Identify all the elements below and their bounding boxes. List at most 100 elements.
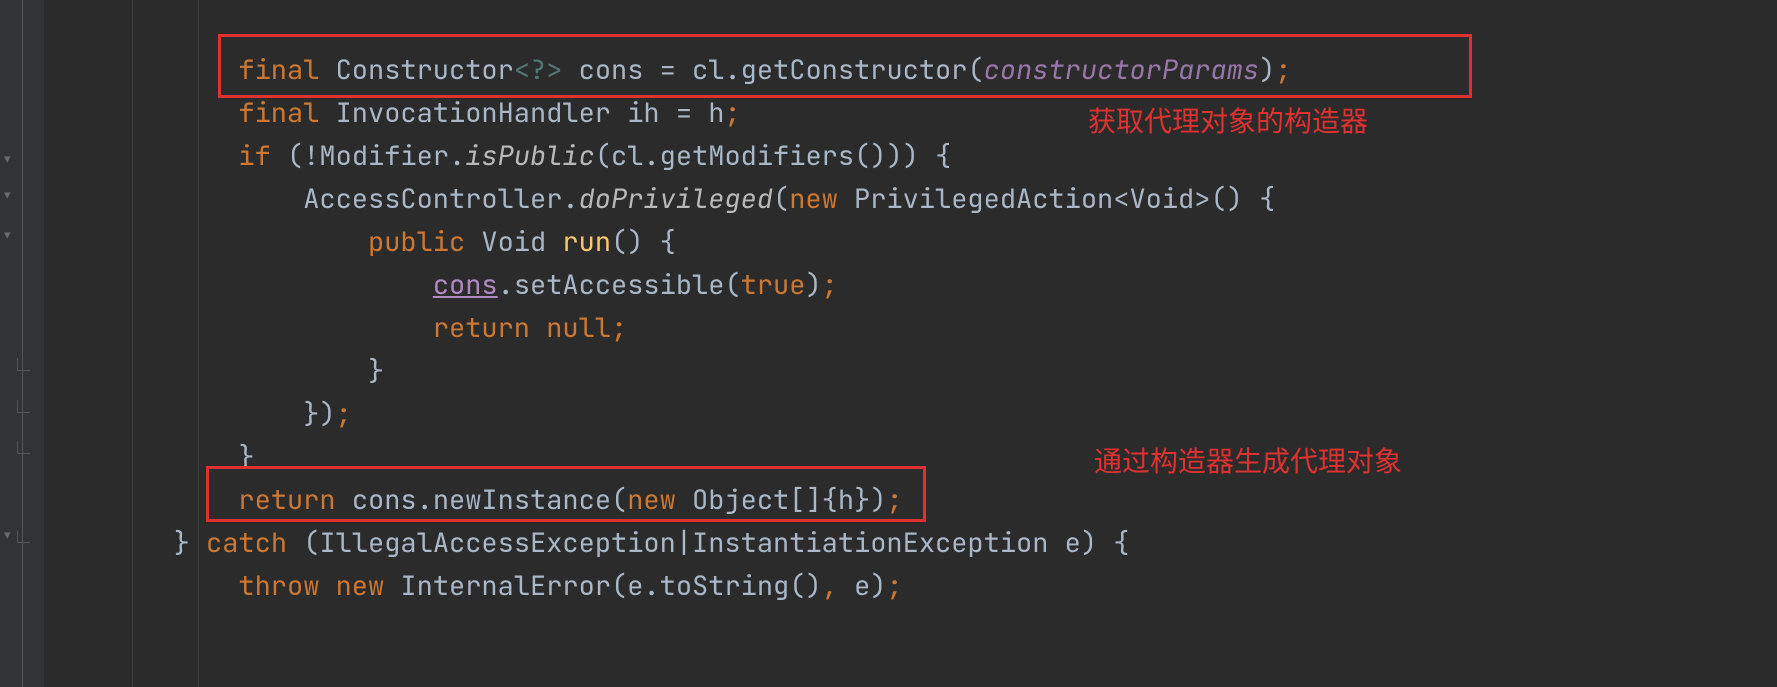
class-ref: AccessController <box>303 181 562 217</box>
paren: ) <box>870 568 886 604</box>
paren: ( <box>287 138 303 174</box>
fold-icon[interactable]: ▾ <box>4 228 11 241</box>
paren: ( <box>724 267 740 303</box>
semicolon: ; <box>336 396 352 432</box>
paren: ( <box>595 138 611 174</box>
brace: } <box>303 396 319 432</box>
paren: () <box>789 568 821 604</box>
code-line[interactable]: public Void run() { <box>44 221 1777 264</box>
semicolon: ; <box>886 482 902 518</box>
semicolon: ; <box>886 568 902 604</box>
type: PrivilegedAction <box>854 181 1113 217</box>
keyword-if: if <box>238 138 270 174</box>
keyword-new: new <box>627 482 676 518</box>
semicolon: ; <box>1275 52 1291 88</box>
method-call: newInstance <box>433 482 611 518</box>
code-area[interactable]: final Constructor<?> cons = cl.getConstr… <box>44 0 1777 687</box>
variable: e <box>627 568 643 604</box>
dot: . <box>449 138 465 174</box>
dot: . <box>562 181 578 217</box>
dot: . <box>643 568 659 604</box>
variable: cons <box>579 52 644 88</box>
type: Object <box>692 482 789 518</box>
dot: . <box>643 138 659 174</box>
method-call: getConstructor <box>741 52 968 88</box>
paren: () <box>1210 181 1242 217</box>
semicolon: ; <box>611 310 627 346</box>
brace: { <box>660 224 676 260</box>
variable: cons <box>352 482 417 518</box>
type: Constructor <box>336 52 514 88</box>
paren: ( <box>773 181 789 217</box>
code-line[interactable]: } catch (IllegalAccessException|Instanti… <box>44 522 1777 565</box>
paren: ( <box>611 568 627 604</box>
code-line[interactable]: final Constructor<?> cons = cl.getConstr… <box>44 49 1777 92</box>
keyword-return: return <box>238 482 335 518</box>
class-ref: Modifier <box>319 138 449 174</box>
code-line[interactable]: return cons.newInstance(new Object[]{h})… <box>44 479 1777 522</box>
keyword-catch: catch <box>206 525 287 561</box>
paren: ) <box>1081 525 1097 561</box>
paren: ) <box>1259 52 1275 88</box>
generic: <?> <box>514 52 563 88</box>
keyword-null: null <box>546 310 611 346</box>
semicolon: ; <box>822 267 838 303</box>
method-call: setAccessible <box>514 267 725 303</box>
paren: ) <box>805 267 821 303</box>
paren: () <box>611 224 643 260</box>
brace: { <box>822 482 838 518</box>
code-line[interactable]: throw new InternalError(e.toString(), e)… <box>44 565 1777 608</box>
code-line[interactable]: } <box>44 436 1777 479</box>
keyword-final: final <box>238 52 319 88</box>
code-line[interactable]: if (!Modifier.isPublic(cl.getModifiers()… <box>44 135 1777 178</box>
fold-end-icon <box>17 530 30 543</box>
brace: { <box>1113 525 1129 561</box>
code-line[interactable]: final InvocationHandler ih = h; <box>44 92 1777 135</box>
static-method: doPrivileged <box>579 181 773 217</box>
brace: } <box>854 482 870 518</box>
method-decl: run <box>562 224 611 260</box>
paren: ) <box>886 138 902 174</box>
paren: ) <box>870 482 886 518</box>
dot: . <box>417 482 433 518</box>
operator: ! <box>303 138 319 174</box>
paren: ) <box>319 396 335 432</box>
fold-end-icon <box>17 358 30 371</box>
comma: , <box>822 568 838 604</box>
fold-icon[interactable]: ▾ <box>4 188 11 201</box>
code-line[interactable]: AccessController.doPrivileged(new Privil… <box>44 178 1777 221</box>
code-line[interactable]: return null; <box>44 307 1777 350</box>
variable: h <box>838 482 854 518</box>
dot: . <box>498 267 514 303</box>
generic-close: > <box>1194 181 1210 217</box>
code-line[interactable]: } <box>44 350 1777 393</box>
object-ref: cl <box>611 138 643 174</box>
brace: } <box>238 439 254 475</box>
method-call: getModifiers <box>660 138 854 174</box>
fold-icon[interactable]: ▾ <box>4 152 11 165</box>
brace: { <box>935 138 951 174</box>
type: InternalError <box>400 568 611 604</box>
type: Void <box>1129 181 1194 217</box>
keyword-public: public <box>368 224 465 260</box>
pipe: | <box>676 525 692 561</box>
keyword-true: true <box>741 267 806 303</box>
keyword-new: new <box>336 568 385 604</box>
code-line[interactable]: cons.setAccessible(true); <box>44 264 1777 307</box>
code-line[interactable]: }); <box>44 393 1777 436</box>
brace: } <box>174 525 190 561</box>
static-method: isPublic <box>465 138 595 174</box>
keyword-final: final <box>238 95 319 131</box>
fold-icon[interactable]: ▾ <box>4 528 11 541</box>
code-editor[interactable]: ▾ ▾ ▾ ▾ final Constructor<?> cons = cl.g… <box>0 0 1777 687</box>
brace: { <box>1259 181 1275 217</box>
fold-end-icon <box>17 400 30 413</box>
variable: e <box>1065 525 1081 561</box>
type: InvocationHandler <box>336 95 611 131</box>
fold-end-icon <box>17 441 30 454</box>
paren: ( <box>303 525 319 561</box>
keyword-throw: throw <box>238 568 319 604</box>
operator: = <box>676 95 692 131</box>
dot: . <box>724 52 740 88</box>
paren: ) <box>903 138 919 174</box>
